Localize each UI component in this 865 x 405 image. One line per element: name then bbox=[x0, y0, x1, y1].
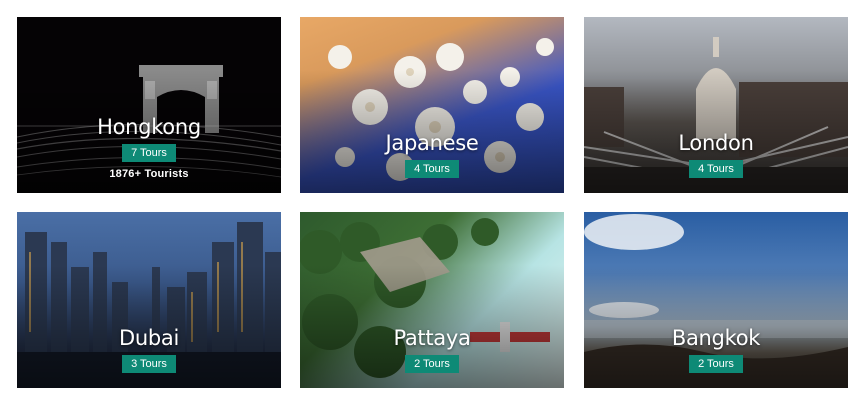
card-info: Bangkok 2 Tours bbox=[584, 325, 848, 373]
destination-card-hongkong[interactable]: Hongkong 7 Tours 1876+ Tourists bbox=[17, 17, 281, 193]
tourists-count: 1876+ Tourists bbox=[109, 168, 189, 180]
tours-badge[interactable]: 7 Tours bbox=[122, 144, 176, 162]
destination-name[interactable]: London bbox=[584, 130, 848, 156]
destination-grid: Hongkong 7 Tours 1876+ Tourists Japanese… bbox=[0, 0, 865, 405]
destination-card-dubai[interactable]: Dubai 3 Tours bbox=[17, 212, 281, 388]
destination-name[interactable]: Dubai bbox=[17, 325, 281, 351]
tours-badge[interactable]: 4 Tours bbox=[689, 160, 743, 178]
destination-card-bangkok[interactable]: Bangkok 2 Tours bbox=[584, 212, 848, 388]
destination-card-japanese[interactable]: Japanese 4 Tours bbox=[300, 17, 564, 193]
card-info: Dubai 3 Tours bbox=[17, 325, 281, 373]
destination-name[interactable]: Pattaya bbox=[300, 325, 564, 351]
card-info: Pattaya 2 Tours bbox=[300, 325, 564, 373]
tours-badge[interactable]: 3 Tours bbox=[122, 355, 176, 373]
destination-card-london[interactable]: London 4 Tours bbox=[584, 17, 848, 193]
destination-name[interactable]: Bangkok bbox=[584, 325, 848, 351]
tours-badge[interactable]: 2 Tours bbox=[689, 355, 743, 373]
destination-name[interactable]: Hongkong bbox=[17, 114, 281, 140]
card-info: Hongkong 7 Tours 1876+ Tourists bbox=[17, 114, 281, 180]
tours-badge[interactable]: 4 Tours bbox=[405, 160, 459, 178]
card-info: Japanese 4 Tours bbox=[300, 130, 564, 178]
card-info: London 4 Tours bbox=[584, 130, 848, 178]
destination-name[interactable]: Japanese bbox=[300, 130, 564, 156]
destination-card-pattaya[interactable]: Pattaya 2 Tours bbox=[300, 212, 564, 388]
tours-badge[interactable]: 2 Tours bbox=[405, 355, 459, 373]
